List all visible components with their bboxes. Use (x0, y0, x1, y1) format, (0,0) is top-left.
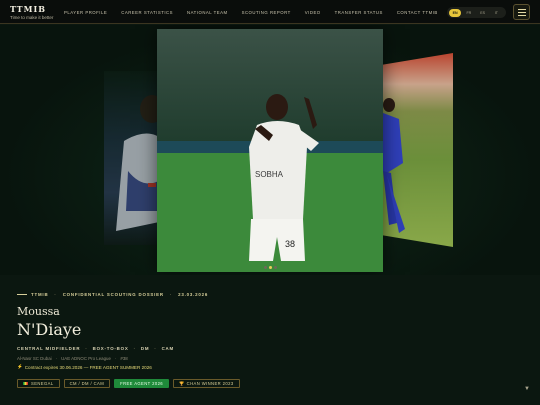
dossier-label: CONFIDENTIAL SCOUTING DOSSIER (62, 292, 164, 297)
carousel-dot-3[interactable] (274, 266, 277, 269)
nav-national-team[interactable]: NATIONAL TEAM (187, 10, 228, 15)
lang-button-en[interactable]: EN (449, 8, 462, 17)
carousel-dot-1[interactable] (264, 266, 267, 269)
dossier-date: 23.03.2026 (178, 292, 209, 297)
badge-label: CHAN WINNER 2023 (186, 381, 234, 386)
badge-row: SENEGAL CM / DM / CAM FREE AGENT 2026 🏆 … (17, 379, 244, 388)
language-switcher: EN FR ES IT (447, 7, 506, 18)
nav-transfer-status[interactable]: TRANSFER STATUS (335, 10, 383, 15)
kicker-separator: · (169, 292, 173, 297)
hamburger-icon-line (517, 8, 526, 10)
lightning-icon: ⚡ (17, 364, 23, 369)
hamburger-icon-line (517, 14, 526, 16)
badge-positions: CM / DM / CAM (63, 379, 111, 388)
player-photo-next (383, 98, 405, 233)
carousel-pagination (264, 266, 279, 269)
dossier-kicker: TTMIB · CONFIDENTIAL SCOUTING DOSSIER · … (17, 292, 208, 297)
nav-career-statistics[interactable]: CAREER STATISTICS (121, 10, 173, 15)
role-separator: · (133, 346, 136, 351)
lang-button-es[interactable]: ES (477, 9, 489, 17)
club-name: Al-Nasr SC Dubai (17, 356, 52, 361)
trophy-icon: 🏆 (179, 381, 185, 386)
role-separator: · (154, 346, 157, 351)
club-info: Al-Nasr SC Dubai · UAE ADNOC Pro League … (17, 356, 128, 361)
player-photo-previous (116, 95, 164, 231)
club-separator: · (55, 356, 58, 361)
photo-carousel: SOBHA 38 (0, 25, 540, 275)
badge-honour: 🏆 CHAN WINNER 2023 (173, 379, 240, 388)
nav-player-profile[interactable]: PLAYER PROFILE (64, 10, 107, 15)
kicker-separator: · (54, 292, 57, 297)
player-roles: CENTRAL MIDFIELDER · BOX-TO-BOX · DM · C… (17, 346, 174, 351)
player-last-name: N'Diaye (17, 320, 82, 339)
role-label: BOX-TO-BOX (92, 346, 129, 351)
badge-free-agent: FREE AGENT 2026 (114, 379, 170, 388)
svg-text:38: 38 (285, 239, 295, 249)
contract-text: Contract expires 30.06.2026 — FREE AGENT… (24, 364, 152, 370)
player-first-name: Moussa (17, 305, 60, 318)
brand-logo[interactable]: TTMIB Time to make it better (10, 4, 53, 20)
badge-nationality: SENEGAL (17, 379, 60, 388)
scroll-down-icon[interactable]: ▼ (524, 386, 530, 392)
lang-button-fr[interactable]: FR (463, 9, 475, 17)
badge-label: SENEGAL (31, 381, 54, 386)
role-label: CAM (161, 346, 174, 351)
nav-contact[interactable]: CONTACT TTMIB (397, 10, 438, 15)
nav-video[interactable]: VIDEO (305, 10, 321, 15)
lang-button-it[interactable]: IT (490, 9, 502, 17)
hamburger-menu-button[interactable] (513, 4, 530, 20)
brand-tagline: Time to make it better (10, 15, 54, 20)
dossier-brand: TTMIB (31, 292, 49, 297)
role-label: CENTRAL MIDFIELDER (17, 346, 81, 351)
player-photo-main: SOBHA 38 (157, 29, 383, 272)
badge-label: FREE AGENT 2026 (120, 381, 164, 386)
shirt-number: #38 (120, 356, 128, 361)
senegal-flag-icon (23, 381, 28, 386)
nav-scouting-report[interactable]: SCOUTING REPORT (242, 10, 291, 15)
role-label: DM (140, 346, 150, 351)
carousel-slide-previous[interactable] (104, 71, 164, 245)
club-separator: · (114, 356, 117, 361)
svg-text:SOBHA: SOBHA (255, 170, 284, 179)
role-separator: · (85, 346, 88, 351)
carousel-dot-2[interactable] (269, 266, 272, 269)
hamburger-icon-line (517, 11, 526, 13)
contract-notice: ⚡ Contract expires 30.06.2026 — FREE AGE… (17, 364, 152, 370)
top-navigation-bar: TTMIB Time to make it better PLAYER PROF… (0, 0, 540, 24)
brand-title: TTMIB (10, 4, 46, 14)
carousel-slide-next[interactable] (383, 53, 453, 247)
league-name: UAE ADNOC Pro League (61, 356, 111, 361)
kicker-rule (17, 294, 27, 295)
carousel-slide-active[interactable]: SOBHA 38 (157, 29, 383, 272)
main-navigation: PLAYER PROFILE CAREER STATISTICS NATIONA… (64, 10, 452, 15)
badge-label: CM / DM / CAM (69, 381, 105, 386)
